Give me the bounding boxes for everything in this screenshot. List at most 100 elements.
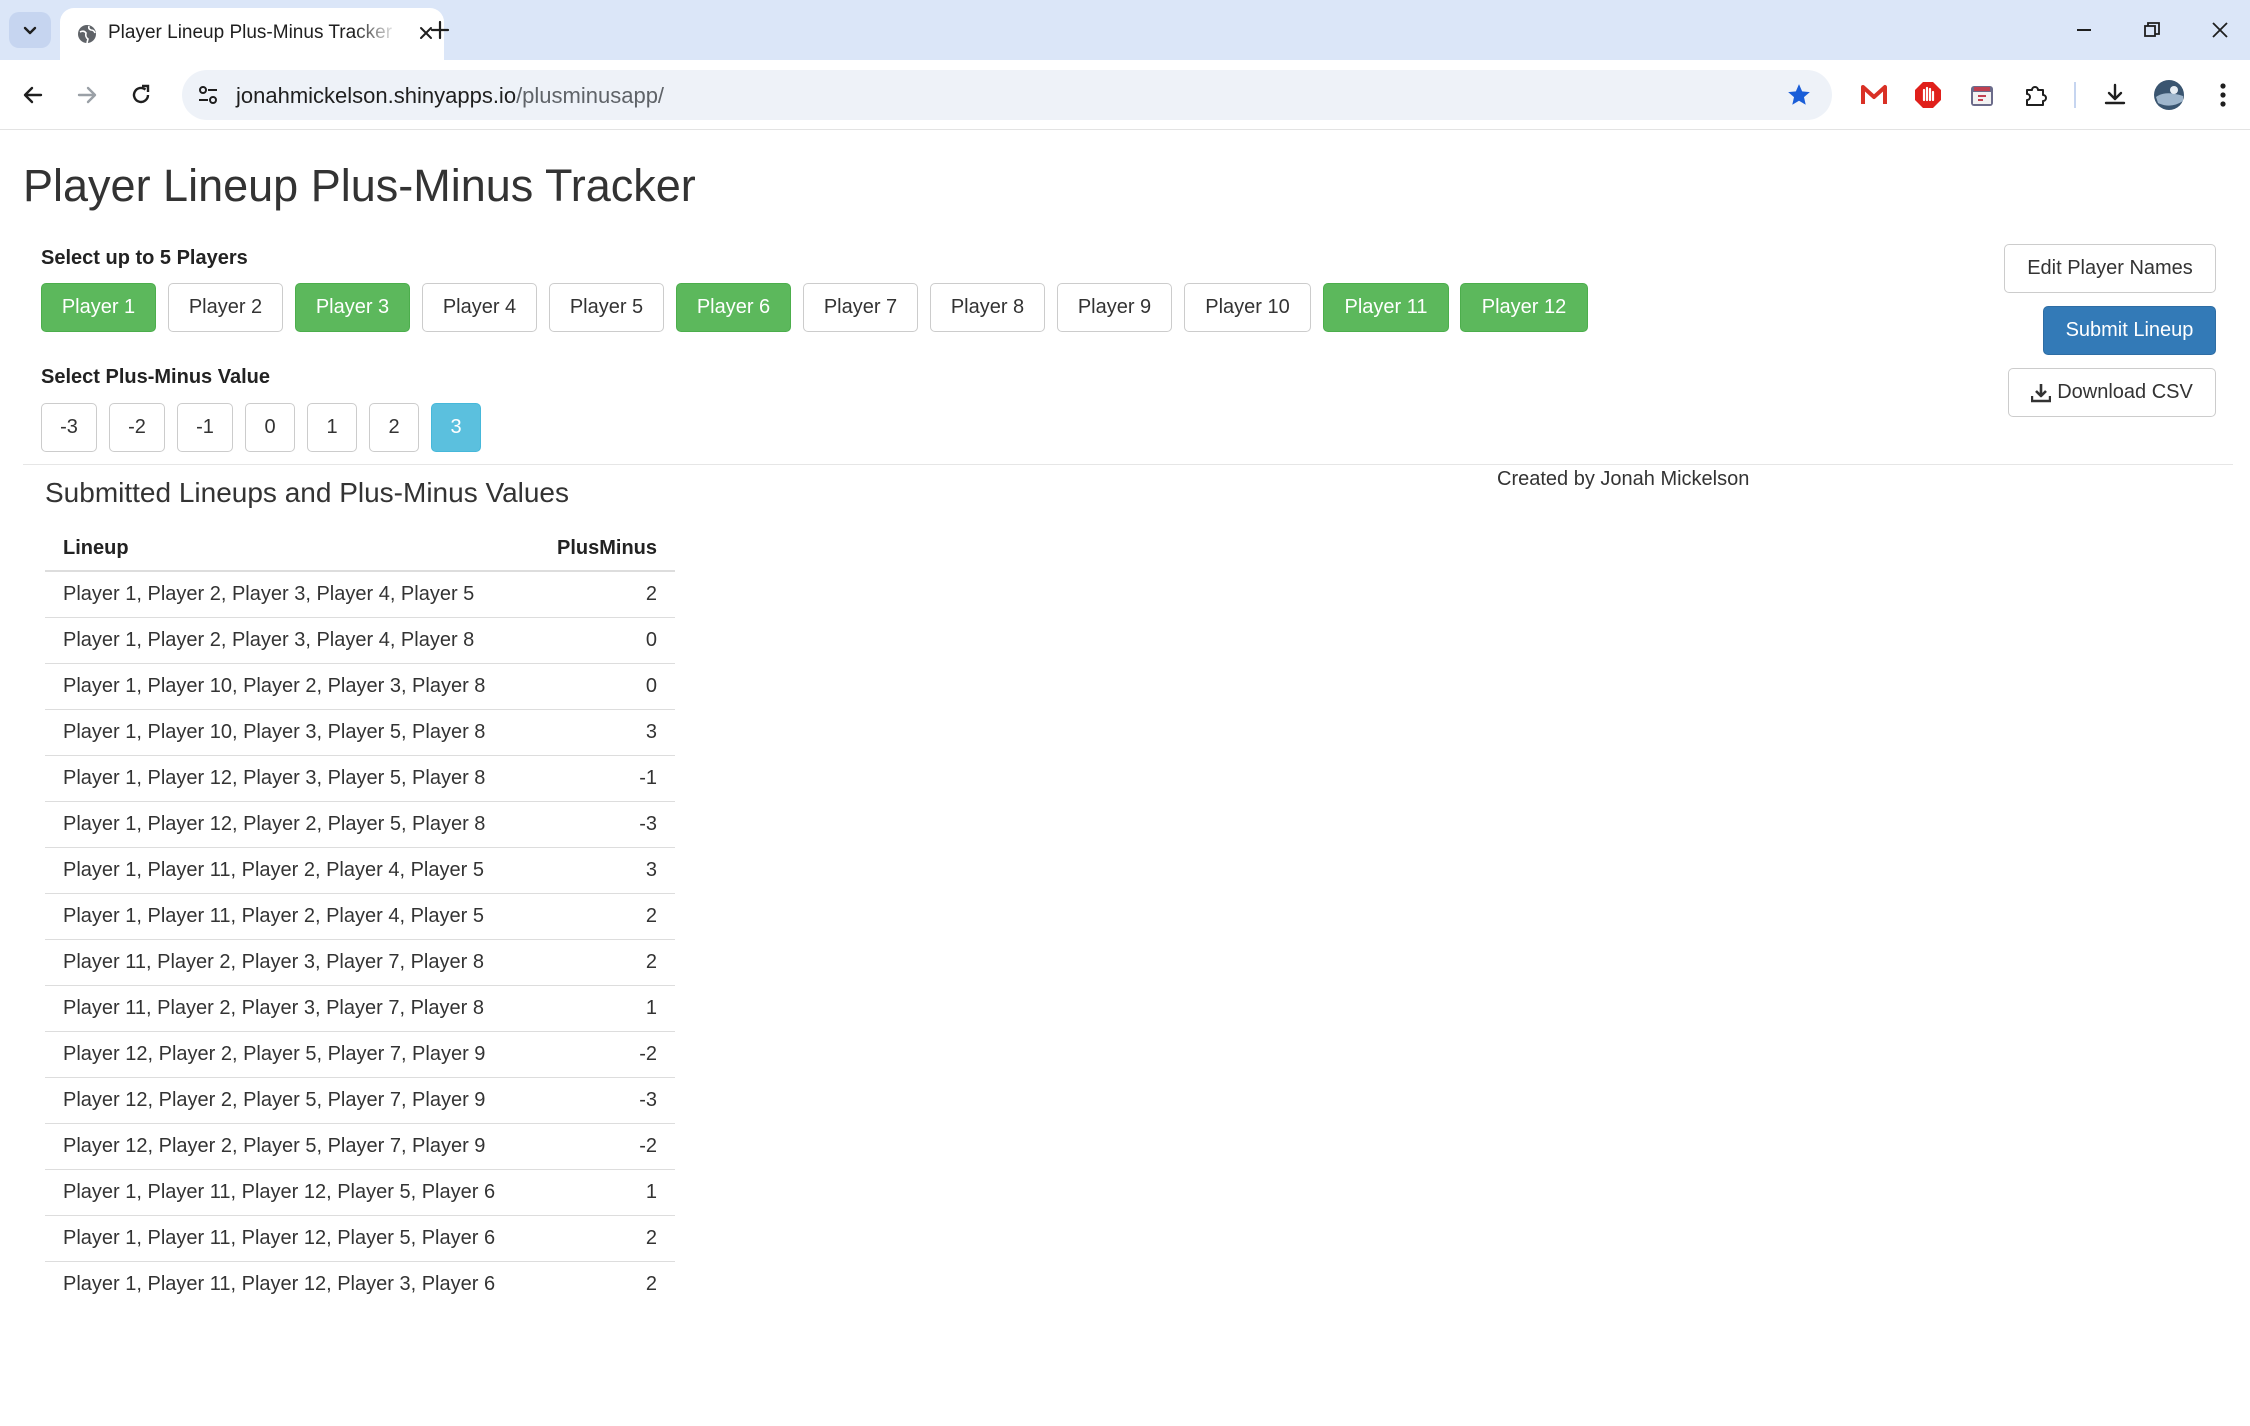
plusminus-cell: -2 bbox=[533, 1122, 675, 1169]
player-button-7[interactable]: Player 7 bbox=[803, 283, 918, 332]
puzzle-icon bbox=[2026, 86, 2047, 106]
new-tab-button[interactable] bbox=[422, 12, 458, 48]
plusminus-label: Select Plus-Minus Value bbox=[41, 366, 270, 388]
url-host: jonahmickelson.shinyapps.io bbox=[236, 83, 517, 108]
back-button[interactable] bbox=[13, 75, 53, 115]
table-row: Player 1, Player 11, Player 12, Player 3… bbox=[45, 1260, 675, 1307]
submit-lineup-button[interactable]: Submit Lineup bbox=[2043, 306, 2216, 355]
download-icon bbox=[2104, 83, 2126, 105]
table-row: Player 11, Player 2, Player 3, Player 7,… bbox=[45, 938, 675, 985]
player-button-2[interactable]: Player 2 bbox=[168, 283, 283, 332]
table-title: Submitted Lineups and Plus-Minus Values bbox=[45, 477, 570, 508]
plusminus-cell: 2 bbox=[533, 892, 675, 939]
extensions-button[interactable] bbox=[2019, 78, 2053, 112]
player-button-4[interactable]: Player 4 bbox=[422, 283, 537, 332]
download-csv-button[interactable]: Download CSV bbox=[2008, 368, 2216, 417]
player-button-12[interactable]: Player 12 bbox=[1460, 283, 1588, 332]
player-button-10[interactable]: Player 10 bbox=[1184, 283, 1311, 332]
plusminus-cell: 3 bbox=[533, 846, 675, 893]
chevron-down-icon bbox=[23, 26, 37, 35]
plusminus-button-0[interactable]: 0 bbox=[245, 403, 295, 452]
column-header-plusminus: PlusMinus bbox=[533, 527, 675, 572]
address-bar[interactable]: jonahmickelson.shinyapps.io/plusminusapp… bbox=[182, 70, 1832, 120]
table-row: Player 1, Player 11, Player 2, Player 4,… bbox=[45, 892, 675, 939]
downloads-button[interactable] bbox=[2098, 78, 2132, 112]
plusminus-button-minus-2[interactable]: -2 bbox=[109, 403, 165, 452]
page-title: Player Lineup Plus-Minus Tracker bbox=[23, 160, 696, 211]
lineup-cell: Player 12, Player 2, Player 5, Player 7,… bbox=[45, 1030, 534, 1077]
browser-toolbar: jonahmickelson.shinyapps.io/plusminusapp… bbox=[0, 60, 2250, 130]
player-button-3[interactable]: Player 3 bbox=[295, 283, 410, 332]
plus-icon bbox=[430, 20, 450, 40]
lineup-cell: Player 11, Player 2, Player 3, Player 7,… bbox=[45, 938, 534, 985]
reload-button[interactable] bbox=[121, 75, 161, 115]
lineup-cell: Player 1, Player 11, Player 12, Player 3… bbox=[45, 1260, 534, 1307]
url-path: /plusminusapp/ bbox=[516, 83, 665, 108]
plusminus-cell: 0 bbox=[533, 616, 675, 663]
plusminus-cell: 2 bbox=[533, 1214, 675, 1261]
browser-menu-button[interactable] bbox=[2206, 78, 2240, 112]
table-row: Player 12, Player 2, Player 5, Player 7,… bbox=[45, 1122, 675, 1169]
close-icon bbox=[2212, 22, 2228, 38]
table-row: Player 1, Player 2, Player 3, Player 4, … bbox=[45, 616, 675, 663]
plusminus-cell: -3 bbox=[533, 800, 675, 847]
tab-title: Player Lineup Plus-Minus Tracker bbox=[108, 22, 393, 43]
browser-tab-active[interactable]: Player Lineup Plus-Minus Tracker bbox=[60, 8, 444, 60]
edit-player-names-button[interactable]: Edit Player Names bbox=[2004, 244, 2216, 293]
arrow-left-icon bbox=[23, 86, 43, 104]
plusminus-button-minus-3[interactable]: -3 bbox=[41, 403, 97, 452]
plusminus-cell: 3 bbox=[533, 708, 675, 755]
download-icon bbox=[2031, 383, 2052, 402]
calendar-extension-icon[interactable] bbox=[1965, 78, 1999, 112]
table-row: Player 1, Player 2, Player 3, Player 4, … bbox=[45, 571, 675, 617]
close-window-button[interactable] bbox=[2200, 10, 2240, 50]
lineup-cell: Player 1, Player 2, Player 3, Player 4, … bbox=[45, 616, 534, 663]
table-row: Player 11, Player 2, Player 3, Player 7,… bbox=[45, 984, 675, 1031]
toolbar-divider bbox=[2074, 82, 2076, 108]
credit-text: Created by Jonah Mickelson bbox=[1497, 468, 1750, 490]
adblock-extension-icon[interactable] bbox=[1911, 78, 1945, 112]
profile-avatar[interactable] bbox=[2152, 78, 2186, 112]
plusminus-cell: 2 bbox=[645, 582, 657, 605]
plusminus-cell: 0 bbox=[533, 662, 675, 709]
player-button-6[interactable]: Player 6 bbox=[676, 283, 791, 332]
avatar-icon bbox=[2154, 80, 2184, 110]
player-button-1[interactable]: Player 1 bbox=[41, 283, 156, 332]
player-button-11[interactable]: Player 11 bbox=[1323, 283, 1449, 332]
lineup-cell: Player 1, Player 10, Player 3, Player 5,… bbox=[45, 708, 534, 755]
plusminus-cell: -2 bbox=[533, 1030, 675, 1077]
player-button-9[interactable]: Player 9 bbox=[1057, 283, 1172, 332]
table-row: Player 1, Player 10, Player 2, Player 3,… bbox=[45, 662, 675, 709]
plusminus-button-2[interactable]: 2 bbox=[369, 403, 419, 452]
lineup-cell: Player 1, Player 11, Player 2, Player 4,… bbox=[45, 892, 534, 939]
plusminus-cell: -3 bbox=[533, 1076, 675, 1123]
table-row: Player 1, Player 11, Player 12, Player 5… bbox=[45, 1214, 675, 1261]
lineup-cell: Player 11, Player 2, Player 3, Player 7,… bbox=[45, 984, 534, 1031]
bookmark-star-icon[interactable] bbox=[1786, 82, 1812, 108]
url-text[interactable]: jonahmickelson.shinyapps.io/plusminusapp… bbox=[236, 83, 664, 109]
restore-button[interactable] bbox=[2132, 10, 2172, 50]
player-button-8[interactable]: Player 8 bbox=[930, 283, 1045, 332]
plusminus-button-3[interactable]: 3 bbox=[431, 403, 481, 452]
gmail-extension-icon[interactable] bbox=[1857, 78, 1891, 112]
plusminus-cell: 2 bbox=[533, 1260, 675, 1307]
plusminus-button-minus-1[interactable]: -1 bbox=[177, 403, 233, 452]
plusminus-button-1[interactable]: 1 bbox=[307, 403, 357, 452]
minimize-button[interactable] bbox=[2064, 10, 2104, 50]
browser-tab-bar: Player Lineup Plus-Minus Tracker bbox=[0, 0, 2250, 60]
column-header-lineup: Lineup bbox=[45, 527, 534, 572]
lineup-cell: Player 1, Player 11, Player 12, Player 5… bbox=[45, 1214, 534, 1261]
site-settings-icon[interactable] bbox=[196, 83, 220, 107]
calendar-icon bbox=[1971, 86, 1993, 106]
globe-icon bbox=[78, 25, 96, 44]
forward-button[interactable] bbox=[67, 75, 107, 115]
restore-icon bbox=[2144, 22, 2160, 37]
more-vertical-icon bbox=[2220, 83, 2226, 107]
table-row: Player 12, Player 2, Player 5, Player 7,… bbox=[45, 1076, 675, 1123]
lineup-cell: Player 1, Player 10, Player 2, Player 3,… bbox=[45, 662, 534, 709]
tab-search-button[interactable] bbox=[9, 12, 51, 48]
gmail-icon bbox=[1861, 85, 1887, 104]
lineup-cell: Player 1, Player 11, Player 12, Player 5… bbox=[45, 1168, 534, 1215]
lineup-cell: Player 1, Player 2, Player 3, Player 4, … bbox=[63, 582, 475, 605]
player-button-5[interactable]: Player 5 bbox=[549, 283, 664, 332]
